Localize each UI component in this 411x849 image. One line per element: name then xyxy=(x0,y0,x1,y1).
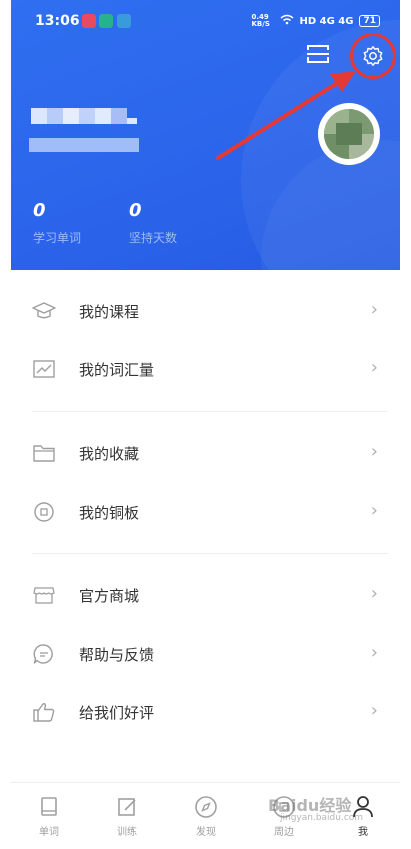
menu-item-label: 官方商城 xyxy=(79,587,140,605)
coin-icon xyxy=(32,501,56,523)
menu-item-rate-us[interactable]: 给我们好评 › xyxy=(11,683,400,741)
pencil-icon xyxy=(97,793,157,821)
chat-icon xyxy=(32,643,56,665)
book-icon xyxy=(19,793,79,821)
chevron-right-icon: › xyxy=(370,583,378,604)
menu-item-vocabulary[interactable]: 我的词汇量 › xyxy=(11,340,400,398)
divider xyxy=(32,411,388,412)
annotation-arrow xyxy=(216,71,356,160)
menu-item-label: 我的词汇量 xyxy=(79,361,155,379)
tab-label: 我 xyxy=(358,827,368,838)
menu-item-courses[interactable]: 我的课程 › xyxy=(11,282,400,340)
tab-words[interactable]: 单词 xyxy=(19,793,79,838)
store-icon xyxy=(32,584,56,606)
menu-item-label: 给我们好评 xyxy=(79,704,155,722)
tab-label: 训练 xyxy=(117,827,137,838)
chart-line-icon xyxy=(32,358,56,380)
menu-item-help-feedback[interactable]: 帮助与反馈 › xyxy=(11,625,400,683)
chevron-right-icon: › xyxy=(370,500,378,521)
chevron-right-icon: › xyxy=(370,441,378,462)
compass-icon xyxy=(176,793,236,821)
divider xyxy=(32,553,388,554)
menu-item-store[interactable]: 官方商城 › xyxy=(11,566,400,624)
menu-item-label: 我的铜板 xyxy=(79,504,140,522)
tab-training[interactable]: 训练 xyxy=(97,793,157,838)
menu-item-label: 我的收藏 xyxy=(79,445,140,463)
chevron-right-icon: › xyxy=(370,700,378,721)
graduation-cap-icon xyxy=(32,300,56,322)
menu-item-label: 我的课程 xyxy=(79,303,140,321)
tab-label: 周边 xyxy=(274,827,294,838)
folder-icon xyxy=(32,442,56,464)
menu-item-coins[interactable]: 我的铜板 › xyxy=(11,483,400,541)
chevron-right-icon: › xyxy=(370,642,378,663)
menu-item-label: 帮助与反馈 xyxy=(79,646,155,664)
thumbs-up-icon xyxy=(32,701,56,723)
menu-item-favorites[interactable]: 我的收藏 › xyxy=(11,424,400,482)
chevron-right-icon: › xyxy=(370,357,378,378)
tab-discover[interactable]: 发现 xyxy=(176,793,236,838)
tab-label: 单词 xyxy=(39,827,59,838)
tab-label: 发现 xyxy=(196,827,216,838)
watermark-url: jingyan.baidu.com xyxy=(280,813,364,823)
chevron-right-icon: › xyxy=(370,299,378,320)
